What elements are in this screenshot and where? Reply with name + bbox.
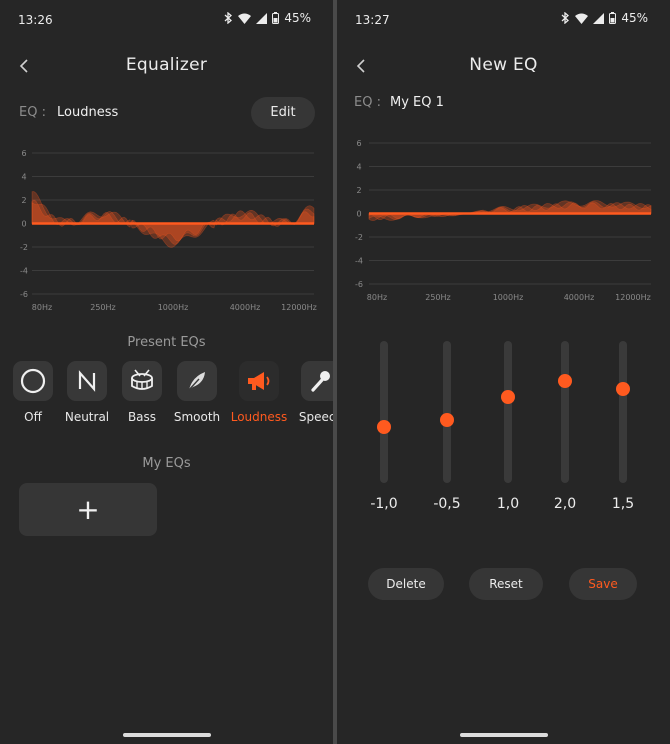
x-tick-label: 1000Hz xyxy=(158,303,189,312)
eq-name: Loudness xyxy=(57,105,119,120)
band-slider-track[interactable] xyxy=(377,341,391,483)
status-time: 13:27 xyxy=(355,13,390,27)
status-icons: 45% xyxy=(224,11,311,25)
wifi-icon xyxy=(238,13,252,24)
preset-off[interactable]: Off xyxy=(3,361,63,424)
y-tick-label: 0 xyxy=(356,210,361,219)
x-tick-label: 12000Hz xyxy=(281,303,317,312)
microphone-icon xyxy=(311,371,330,392)
y-tick-label: -4 xyxy=(20,267,28,276)
megaphone-icon xyxy=(248,372,270,390)
band-slider-track[interactable] xyxy=(501,341,515,483)
preset-smooth[interactable]: Smooth xyxy=(167,361,227,424)
x-tick-label: 4000Hz xyxy=(564,293,595,302)
presets-section-title: Present EQs xyxy=(127,335,206,350)
eq-curve-graph: 6 4 2 0 -2 -4 -6 80Hz 250Hz 1000Hz 4000Hz 12000Hz xyxy=(355,139,652,302)
band-slider-track[interactable] xyxy=(616,341,630,483)
preset-label: Loudness xyxy=(230,410,288,424)
band-slider-thumb[interactable] xyxy=(616,381,630,396)
battery-icon xyxy=(272,12,280,24)
y-tick-label: -2 xyxy=(355,233,363,242)
signal-icon xyxy=(256,12,268,24)
y-tick-label: 6 xyxy=(21,149,26,158)
preset-label: Neutral xyxy=(64,410,110,424)
battery-percent: 45% xyxy=(621,11,648,25)
preset-neutral[interactable]: Neutral xyxy=(57,361,117,424)
eq-label: EQ : xyxy=(19,105,46,120)
preset-label: Speech xyxy=(298,410,333,424)
preset-speech[interactable]: Speech xyxy=(291,361,333,424)
save-button[interactable]: Save xyxy=(569,568,637,600)
band-value-label: -1,0 xyxy=(370,496,398,512)
signal-icon xyxy=(593,12,605,24)
y-tick-label: 4 xyxy=(356,163,361,172)
y-tick-label: 2 xyxy=(356,186,361,195)
letter-n-icon xyxy=(78,370,96,392)
preset-label: Bass xyxy=(127,410,157,424)
y-tick-label: 2 xyxy=(21,196,26,205)
eq-label: EQ : xyxy=(354,95,381,110)
page-title: New EQ xyxy=(469,55,538,75)
preset-bass[interactable]: Bass xyxy=(112,361,172,424)
y-tick-label: 0 xyxy=(21,220,26,229)
x-tick-label: 80Hz xyxy=(32,303,52,312)
y-tick-label: -6 xyxy=(355,280,363,289)
page-title: Equalizer xyxy=(125,55,208,75)
my-eqs-section-title: My EQs xyxy=(142,456,191,471)
home-indicator[interactable] xyxy=(122,733,211,737)
band-slider-thumb[interactable] xyxy=(501,389,515,404)
x-tick-label: 250Hz xyxy=(425,293,450,302)
preset-loudness[interactable]: Loudness xyxy=(229,361,289,424)
preset-label: Smooth xyxy=(173,410,221,424)
x-tick-label: 4000Hz xyxy=(230,303,261,312)
band-slider-thumb[interactable] xyxy=(440,412,454,427)
add-eq-button[interactable]: + xyxy=(19,483,157,536)
y-tick-label: -4 xyxy=(355,257,363,266)
status-bar: 13:26 45% xyxy=(0,0,333,38)
band-value-label: -0,5 xyxy=(433,496,461,512)
eq-area xyxy=(31,199,315,242)
bluetooth-icon xyxy=(561,12,570,24)
edit-button[interactable]: Edit xyxy=(251,97,315,129)
band-slider-track[interactable] xyxy=(558,341,572,483)
home-indicator[interactable] xyxy=(459,733,548,737)
delete-button[interactable]: Delete xyxy=(368,568,444,600)
y-tick-label: -2 xyxy=(20,243,28,252)
wifi-icon xyxy=(575,13,589,24)
band-slider-thumb[interactable] xyxy=(558,374,572,389)
y-tick-label: 6 xyxy=(356,139,361,148)
drum-icon xyxy=(131,369,153,390)
band-slider-thumb[interactable] xyxy=(377,420,391,435)
eq-curve-graph: 6 4 2 0 -2 -4 -6 80Hz 250Hz 1000Hz 4000Hz 12000Hz xyxy=(20,149,317,312)
feather-icon xyxy=(187,372,205,392)
band-value-label: 1,0 xyxy=(496,496,520,512)
band-value-label: 2,0 xyxy=(553,496,577,512)
status-bar: 13:27 45% xyxy=(337,0,670,38)
band-value-label: 1,5 xyxy=(611,496,635,512)
bluetooth-icon xyxy=(224,12,233,24)
reset-button[interactable]: Reset xyxy=(469,568,543,600)
equalizer-screen: 13:26 45% Equalizer EQ : Loudness Edit 6… xyxy=(0,0,333,744)
band-slider-track[interactable] xyxy=(440,341,454,483)
preset-label: Off xyxy=(24,410,42,424)
battery-icon xyxy=(609,12,617,24)
x-tick-label: 12000Hz xyxy=(615,293,651,302)
plus-icon: + xyxy=(76,492,100,526)
x-tick-label: 1000Hz xyxy=(493,293,524,302)
eq-name-input[interactable]: My EQ 1 xyxy=(390,95,444,110)
status-time: 13:26 xyxy=(18,13,53,27)
y-tick-label: 4 xyxy=(21,173,26,182)
new-eq-screen: 13:27 45% New EQ EQ : My EQ 1 6 4 2 0 -2 -4 -6… xyxy=(337,0,670,744)
battery-percent: 45% xyxy=(284,11,311,25)
x-tick-label: 250Hz xyxy=(90,303,115,312)
x-tick-label: 80Hz xyxy=(367,293,387,302)
status-icons: 45% xyxy=(561,11,648,25)
y-tick-label: -6 xyxy=(20,290,28,299)
circle-icon xyxy=(20,368,46,394)
